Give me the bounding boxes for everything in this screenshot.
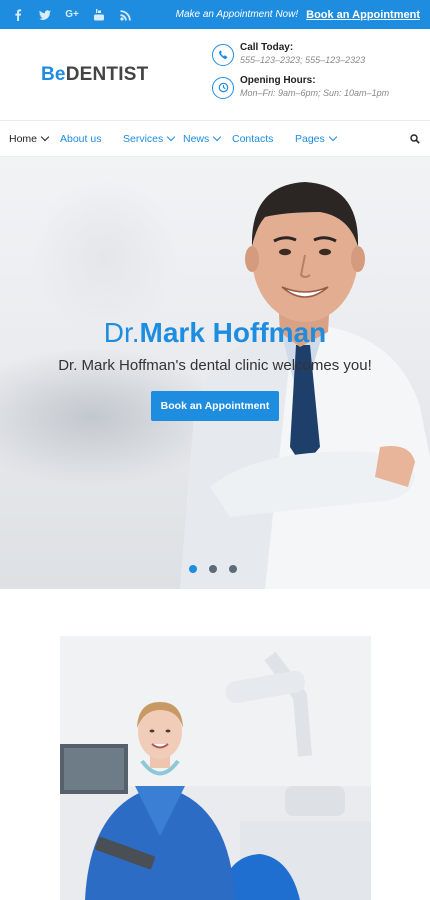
logo-be: Be	[41, 63, 66, 85]
nav-item-news[interactable]: News	[183, 132, 222, 145]
twitter-icon[interactable]	[37, 7, 53, 23]
slider-dot[interactable]	[229, 565, 237, 573]
phone-icon	[212, 43, 234, 66]
facebook-icon[interactable]	[10, 7, 26, 23]
nav-contacts-label: Contacts	[232, 132, 274, 145]
hours-value: Mon–Fri: 9am–6pm; Sun: 10am–1pm	[240, 87, 390, 98]
nav-services-label: Services	[123, 132, 164, 145]
clock-icon	[212, 76, 234, 99]
logo[interactable]: BeDENTIST	[41, 64, 148, 86]
hero-background-blur	[30, 177, 180, 337]
hero-title: Dr.Mark Hoffman	[0, 317, 430, 349]
nav-pages-label: Pages	[295, 132, 325, 145]
rss-icon[interactable]	[118, 7, 134, 23]
hero-title-prefix: Dr.	[103, 317, 140, 348]
book-appointment-button[interactable]: Book an Appointment	[150, 391, 280, 421]
slider-dot[interactable]	[209, 565, 217, 573]
logo-dentist: DENTIST	[65, 63, 149, 85]
youtube-icon[interactable]	[91, 7, 107, 23]
nav-item-contacts[interactable]: Contacts	[232, 133, 273, 145]
nurse-photo	[60, 636, 371, 900]
hero-subtitle: Dr. Mark Hoffman's dental clinic welcome…	[58, 357, 372, 374]
chevron-down-icon	[328, 132, 338, 142]
main-nav: Home About us Services News Contacts Pag…	[0, 121, 430, 157]
call-title: Call Today:	[240, 41, 294, 53]
site-header: BeDENTIST Call Today: 555–123–2323; 555–…	[0, 29, 430, 121]
nav-news-label: News	[183, 132, 210, 145]
call-value: 555–123–2323; 555–123–2323	[240, 54, 366, 65]
book-appointment-link[interactable]: Book an Appointment	[306, 9, 420, 21]
search-icon[interactable]	[410, 133, 420, 144]
make-appointment-text: Make an Appointment Now!	[175, 9, 299, 20]
social-links: G+	[10, 7, 134, 23]
hero-title-name: Mark Hoffman	[139, 317, 327, 348]
hero-slider: Dr.Mark Hoffman Dr. Mark Hoffman's denta…	[0, 157, 430, 589]
header-contacts: Call Today: 555–123–2323; 555–123–2323 O…	[212, 42, 430, 108]
slider-dot[interactable]	[189, 565, 197, 573]
chevron-down-icon	[40, 132, 50, 142]
nav-about-label: About us	[60, 132, 102, 145]
nav-item-about[interactable]: About us	[60, 133, 101, 145]
chevron-down-icon	[167, 132, 176, 142]
hours-title: Opening Hours:	[240, 74, 316, 86]
nav-item-pages[interactable]: Pages	[295, 132, 338, 145]
call-info: Call Today: 555–123–2323; 555–123–2323	[212, 42, 430, 66]
nav-home-label: Home	[9, 132, 38, 145]
google-plus-icon[interactable]: G+	[64, 7, 80, 23]
chevron-down-icon	[213, 132, 222, 142]
nav-item-services[interactable]: Services	[123, 132, 176, 145]
nav-item-home[interactable]: Home	[9, 132, 50, 145]
hero-content: Dr.Mark Hoffman Dr. Mark Hoffman's denta…	[0, 317, 430, 421]
top-bar: G+ Make an Appointment Now! Book an Appo…	[0, 0, 430, 29]
hours-info: Opening Hours: Mon–Fri: 9am–6pm; Sun: 10…	[212, 75, 430, 99]
slider-dots	[189, 565, 237, 573]
